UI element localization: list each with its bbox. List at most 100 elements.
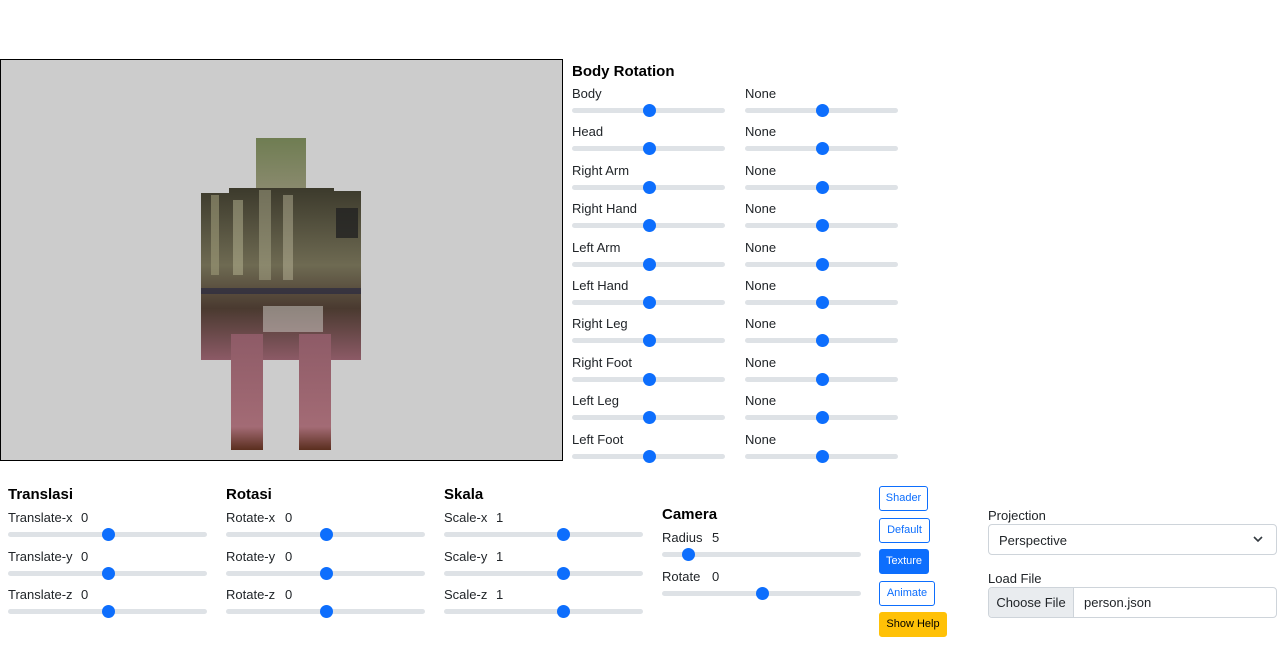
slider-thumb[interactable]	[557, 605, 571, 618]
camera-slider-rotate[interactable]	[662, 586, 861, 602]
axis-slider-right-arm[interactable]	[745, 180, 898, 196]
axis-slider-body[interactable]	[745, 103, 898, 119]
rotasi-label-rotate-y: Rotate-y	[226, 548, 276, 564]
slider-thumb[interactable]	[319, 528, 333, 541]
slider-thumb[interactable]	[815, 219, 829, 233]
rotasi-slider-rotate-y[interactable]	[226, 566, 425, 582]
slider-thumb[interactable]	[815, 104, 829, 117]
camera-slider-radius[interactable]	[662, 547, 861, 563]
axis-slider-right-leg[interactable]	[745, 333, 898, 349]
translasi-slider-translate-x[interactable]	[8, 527, 207, 543]
load-file-input[interactable]: Choose File person.json	[988, 587, 1277, 618]
rotation-label-head: Head	[572, 124, 604, 140]
translasi-value-translate-x: 0	[81, 510, 89, 525]
slider-thumb[interactable]	[557, 528, 571, 541]
rotation-slider-left-foot[interactable]	[572, 449, 725, 465]
slider-thumb[interactable]	[642, 142, 656, 156]
slider-thumb[interactable]	[319, 605, 333, 618]
rotasi-label-rotate-z: Rotate-z	[226, 587, 276, 602]
person-model-render	[201, 138, 361, 450]
translasi-label-translate-y: Translate-y	[8, 548, 73, 564]
slider-track	[444, 570, 643, 576]
camera-title: Camera	[662, 506, 718, 523]
slider-thumb[interactable]	[642, 334, 656, 348]
rotation-label-right-foot: Right Foot	[572, 354, 632, 370]
slider-thumb[interactable]	[642, 296, 656, 309]
projection-select[interactable]: Perspective	[988, 524, 1277, 555]
rotation-slider-right-leg[interactable]	[572, 333, 725, 349]
rotation-slider-left-arm[interactable]	[572, 257, 725, 273]
skala-slider-scale-x[interactable]	[444, 527, 643, 543]
slider-thumb[interactable]	[642, 257, 656, 271]
slider-thumb[interactable]	[642, 372, 656, 386]
rotasi-slider-rotate-x[interactable]	[226, 527, 425, 543]
skala-label-scale-y: Scale-y	[444, 548, 488, 564]
slider-thumb[interactable]	[815, 142, 829, 156]
animate-button[interactable]: Animate	[879, 581, 935, 606]
slider-thumb[interactable]	[681, 548, 695, 561]
slider-thumb[interactable]	[815, 296, 829, 309]
file-name: person.json	[1084, 595, 1152, 610]
projection-label: Projection	[988, 508, 1046, 523]
rotation-axis-right-leg: None	[745, 316, 777, 332]
shader-button[interactable]: Shader	[879, 486, 928, 511]
rotation-axis-left-arm: None	[745, 239, 777, 255]
rotation-axis-left-hand: None	[745, 278, 777, 293]
slider-thumb[interactable]	[642, 180, 656, 194]
slider-thumb[interactable]	[101, 566, 115, 580]
camera-value-radius: 5	[712, 530, 720, 545]
rotasi-title: Rotasi	[226, 486, 272, 503]
slider-thumb[interactable]	[815, 449, 829, 463]
translasi-slider-translate-z[interactable]	[8, 604, 207, 620]
slider-thumb[interactable]	[815, 180, 829, 194]
skala-slider-scale-y[interactable]	[444, 566, 643, 582]
axis-slider-left-hand[interactable]	[745, 295, 898, 311]
slider-thumb[interactable]	[101, 605, 115, 618]
axis-slider-left-foot[interactable]	[745, 449, 898, 465]
rotation-slider-left-hand[interactable]	[572, 295, 725, 311]
skala-value-scale-y: 1	[496, 548, 504, 564]
rotasi-slider-rotate-z[interactable]	[226, 604, 425, 620]
axis-slider-right-foot[interactable]	[745, 372, 898, 388]
axis-slider-right-hand[interactable]	[745, 218, 898, 234]
slider-thumb[interactable]	[755, 586, 769, 600]
translasi-slider-translate-y[interactable]	[8, 566, 207, 582]
slider-thumb[interactable]	[642, 449, 656, 463]
slider-thumb[interactable]	[815, 334, 829, 348]
axis-slider-head[interactable]	[745, 141, 898, 157]
rotation-label-body: Body	[572, 86, 602, 101]
axis-slider-left-arm[interactable]	[745, 257, 898, 273]
rotation-slider-right-arm[interactable]	[572, 180, 725, 196]
rotation-axis-right-foot: None	[745, 354, 777, 370]
slider-thumb[interactable]	[101, 528, 115, 541]
show-help-button[interactable]: Show Help	[879, 612, 947, 637]
axis-slider-left-leg[interactable]	[745, 410, 898, 426]
camera-value-rotate: 0	[712, 568, 720, 584]
slider-thumb[interactable]	[319, 566, 333, 580]
slider-thumb[interactable]	[815, 411, 829, 425]
skala-value-scale-z: 1	[496, 587, 504, 602]
slider-thumb[interactable]	[557, 566, 571, 580]
default-button[interactable]: Default	[879, 518, 930, 543]
rotation-slider-head[interactable]	[572, 141, 725, 157]
rotation-slider-right-hand[interactable]	[572, 218, 725, 234]
texture-button[interactable]: Texture	[879, 549, 929, 574]
choose-file-button[interactable]: Choose File	[989, 588, 1074, 617]
rotation-axis-body: None	[745, 86, 777, 101]
skala-slider-scale-z[interactable]	[444, 604, 643, 620]
slider-track	[444, 532, 643, 537]
slider-thumb[interactable]	[815, 257, 829, 271]
slider-thumb[interactable]	[815, 372, 829, 386]
slider-thumb[interactable]	[642, 104, 656, 117]
rotation-slider-left-leg[interactable]	[572, 410, 725, 426]
chevron-down-icon	[1253, 536, 1263, 543]
slider-thumb[interactable]	[642, 219, 656, 233]
webgl-canvas[interactable]	[0, 59, 563, 461]
slider-thumb[interactable]	[642, 411, 656, 425]
translasi-title: Translasi	[8, 486, 74, 503]
rotation-slider-right-foot[interactable]	[572, 372, 725, 388]
rotation-slider-body[interactable]	[572, 103, 725, 119]
rotasi-label-rotate-x: Rotate-x	[226, 510, 276, 525]
rotation-label-right-arm: Right Arm	[572, 162, 630, 178]
projection-selected-value: Perspective	[999, 533, 1067, 548]
